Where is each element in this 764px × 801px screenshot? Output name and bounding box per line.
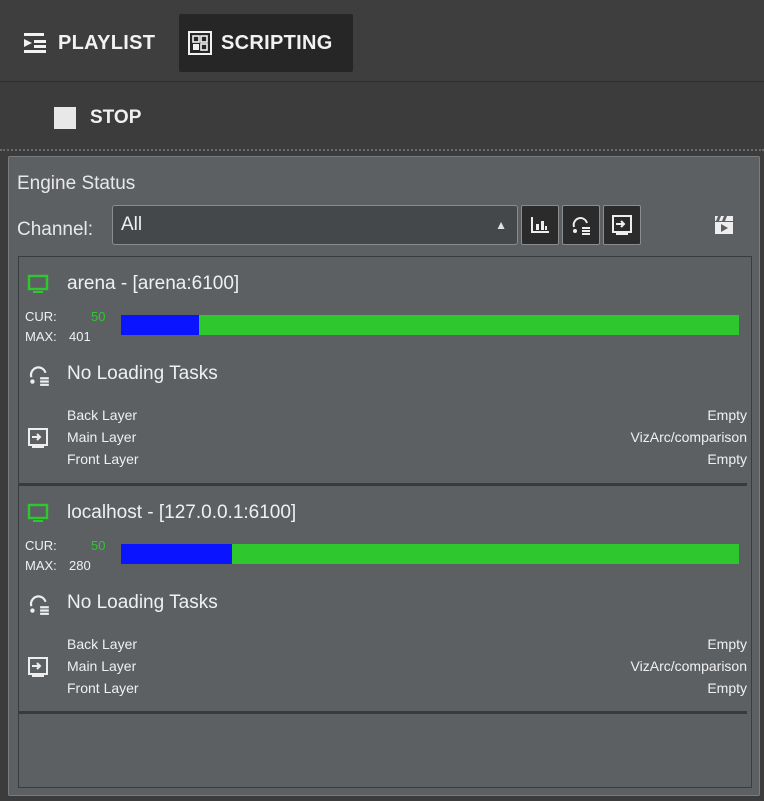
cur-label: CUR:	[25, 538, 57, 553]
transport-bar: STOP	[0, 83, 764, 151]
usage-bar-fill	[121, 315, 199, 335]
loading-tasks-button[interactable]	[562, 205, 600, 245]
layer-value: Empty	[707, 680, 747, 696]
layer-value: Empty	[707, 636, 747, 652]
engine-name: arena - [arena:6100]	[67, 273, 240, 294]
max-label: MAX:	[25, 329, 57, 344]
layers-button[interactable]	[603, 205, 641, 245]
layer-name: Front Layer	[67, 451, 139, 467]
bar-chart-icon	[531, 217, 549, 233]
tab-scripting[interactable]: SCRIPTING	[179, 14, 353, 72]
layers-icon	[612, 215, 632, 235]
cur-value: 50	[91, 538, 106, 553]
stats-button[interactable]	[521, 205, 559, 245]
engine-item[interactable]: arena - [arena:6100] CUR: 50 MAX: 401 No…	[19, 257, 751, 487]
layer-name: Main Layer	[67, 429, 137, 445]
loading-status: No Loading Tasks	[67, 592, 218, 613]
panel-title: Engine Status	[17, 173, 136, 194]
layer-name: Main Layer	[67, 658, 137, 674]
playlist-icon	[24, 33, 46, 53]
layer-value: Empty	[707, 451, 747, 467]
clapperboard-button[interactable]	[705, 205, 743, 245]
monitor-icon	[27, 503, 49, 522]
channel-label: Channel:	[17, 219, 94, 240]
stop-label: STOP	[90, 107, 142, 128]
loading-tasks-icon	[572, 217, 590, 235]
loading-tasks-icon	[29, 595, 49, 615]
monitor-icon	[27, 274, 49, 293]
usage-bar-fill	[121, 544, 232, 564]
loading-tasks-icon	[29, 366, 49, 386]
engine-item[interactable]: localhost - [127.0.0.1:6100] CUR: 50 MAX…	[19, 486, 751, 716]
max-value: 280	[69, 558, 91, 573]
layer-name: Back Layer	[67, 407, 138, 423]
clapperboard-icon	[715, 216, 733, 234]
layers-icon	[28, 428, 48, 448]
usage-bar	[121, 315, 739, 335]
layer-name: Front Layer	[67, 680, 139, 696]
channel-select-value: All	[121, 214, 143, 235]
layer-name: Back Layer	[67, 636, 138, 652]
scripting-icon	[188, 31, 212, 55]
engine-status-panel: Engine Status Channel: All ▲ arena - [ar…	[8, 156, 760, 796]
layer-value: VizArc/comparison	[630, 658, 747, 674]
engine-divider	[19, 711, 747, 714]
cur-value: 50	[91, 309, 106, 324]
tab-bar: PLAYLIST SCRIPTING	[0, 0, 764, 82]
chevron-up-down-icon: ▲	[495, 218, 507, 232]
stop-icon	[54, 107, 76, 129]
layer-value: VizArc/comparison	[630, 429, 747, 445]
layers-icon	[28, 657, 48, 677]
channel-select[interactable]: All ▲	[112, 205, 518, 245]
engine-name: localhost - [127.0.0.1:6100]	[67, 502, 297, 523]
cur-label: CUR:	[25, 309, 57, 324]
tab-playlist[interactable]: PLAYLIST	[16, 14, 176, 72]
loading-status: No Loading Tasks	[67, 363, 218, 384]
stop-button[interactable]: STOP	[54, 105, 141, 131]
layer-value: Empty	[707, 407, 747, 423]
max-value: 401	[69, 329, 91, 344]
usage-bar	[121, 544, 739, 564]
tab-scripting-label: SCRIPTING	[221, 31, 333, 54]
engine-list: arena - [arena:6100] CUR: 50 MAX: 401 No…	[18, 256, 752, 788]
max-label: MAX:	[25, 558, 57, 573]
tab-playlist-label: PLAYLIST	[58, 31, 156, 54]
